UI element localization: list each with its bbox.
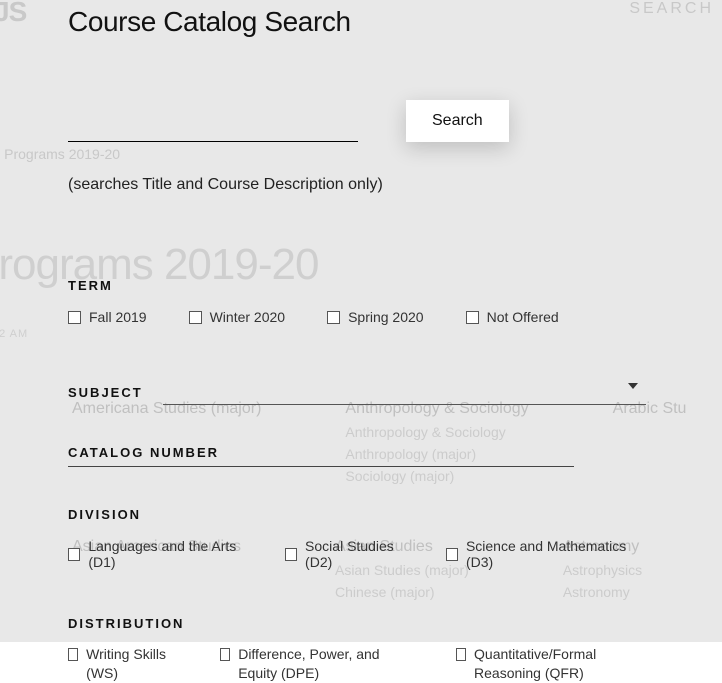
- division-options: Languages and the Arts (D1) Social Studi…: [68, 538, 646, 570]
- checkbox-icon: [189, 311, 202, 324]
- subject-label: SUBJECT: [68, 385, 143, 400]
- division-option-d2[interactable]: Social Studies (D2): [285, 538, 418, 570]
- term-label: TERM: [68, 278, 646, 293]
- checkbox-icon: [327, 311, 340, 324]
- term-options: Fall 2019 Winter 2020 Spring 2020 Not Of…: [68, 309, 646, 325]
- page-title: Course Catalog Search: [68, 6, 646, 38]
- distribution-options: Writing Skills (WS) Difference, Power, a…: [68, 645, 646, 683]
- search-overlay: Course Catalog Search Search (searches T…: [0, 0, 722, 642]
- division-label: DIVISION: [68, 507, 646, 522]
- division-option-d1[interactable]: Languages and the Arts (D1): [68, 538, 257, 570]
- division-option-d3[interactable]: Science and Mathematics (D3): [446, 538, 646, 570]
- search-input[interactable]: [68, 115, 358, 142]
- term-option-not-offered[interactable]: Not Offered: [466, 309, 559, 325]
- term-option-winter-2020[interactable]: Winter 2020: [189, 309, 285, 325]
- search-hint: (searches Title and Course Description o…: [68, 176, 646, 194]
- checkbox-icon: [466, 311, 479, 324]
- checkbox-icon: [456, 648, 466, 661]
- checkbox-icon: [68, 311, 81, 324]
- distribution-label: DISTRIBUTION: [68, 616, 646, 631]
- checkbox-icon: [446, 548, 458, 561]
- term-option-fall-2019[interactable]: Fall 2019: [68, 309, 147, 325]
- subject-select[interactable]: [163, 379, 646, 405]
- chevron-down-icon: [628, 383, 638, 389]
- checkbox-icon: [68, 648, 78, 661]
- term-option-spring-2020[interactable]: Spring 2020: [327, 309, 424, 325]
- catalog-number-label: CATALOG NUMBER: [68, 445, 574, 460]
- search-row: Search: [68, 100, 646, 142]
- distribution-option-dpe[interactable]: Difference, Power, and Equity (DPE): [220, 645, 408, 683]
- search-button[interactable]: Search: [406, 100, 509, 142]
- distribution-option-qfr[interactable]: Quantitative/Formal Reasoning (QFR): [456, 645, 646, 683]
- checkbox-icon: [68, 548, 80, 561]
- checkbox-icon: [285, 548, 297, 561]
- distribution-option-ws[interactable]: Writing Skills (WS): [68, 645, 172, 683]
- checkbox-icon: [220, 648, 230, 661]
